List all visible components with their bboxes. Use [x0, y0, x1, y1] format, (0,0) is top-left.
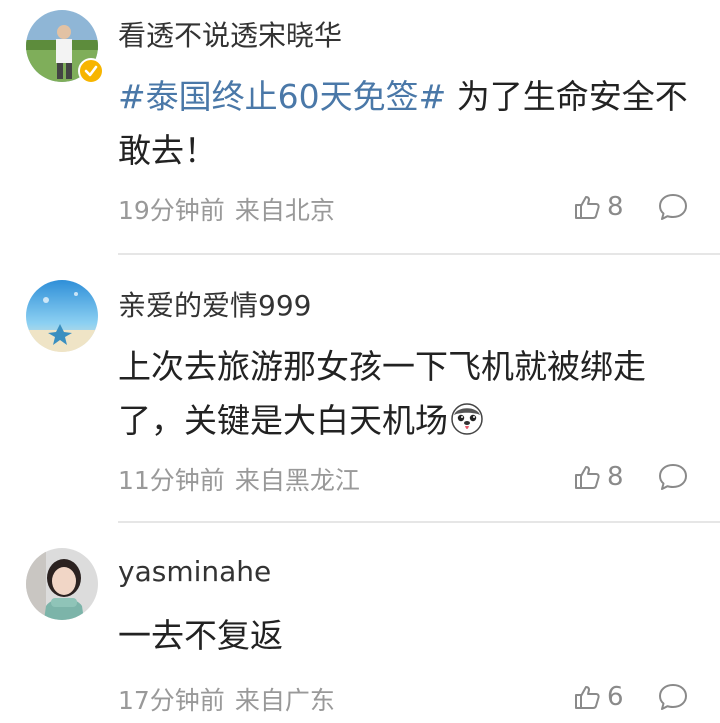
- username[interactable]: 亲爱的爱情999: [118, 284, 311, 324]
- comment-text: 上次去旅游那女孩一下飞机就被绑走了，关键是大白天机场: [118, 340, 698, 448]
- avatar[interactable]: [26, 548, 98, 620]
- comment-meta: 11分钟前 来自黑龙江: [118, 461, 370, 497]
- avatar[interactable]: [26, 280, 98, 352]
- location: 来自广东: [234, 686, 335, 715]
- reply-button[interactable]: [656, 190, 690, 224]
- reply-button[interactable]: [656, 680, 690, 714]
- location: 来自北京: [234, 196, 335, 225]
- location: 来自黑龙江: [234, 466, 360, 495]
- timestamp: 11分钟前: [118, 466, 225, 495]
- comment-body: 上次去旅游那女孩一下飞机就被绑走了，关键是大白天机场: [118, 347, 646, 440]
- timestamp: 17分钟前: [118, 686, 225, 715]
- comment-item: 亲爱的爱情999 上次去旅游那女孩一下飞机就被绑走了，关键是大白天机场 11分钟…: [0, 255, 720, 523]
- thumbs-up-icon: [575, 196, 600, 219]
- comment-item: yasminahe 一去不复返 17分钟前 来自广东 6: [0, 523, 720, 723]
- comment-meta: 17分钟前 来自广东: [118, 681, 345, 717]
- comment-bubble-icon: [659, 464, 687, 490]
- comment-meta: 19分钟前 来自北京: [118, 191, 345, 227]
- thumbs-up-icon: [575, 466, 600, 489]
- like-button[interactable]: 8: [573, 460, 624, 494]
- comment-bubble-icon: [659, 684, 687, 710]
- thumbs-up-icon: [575, 686, 600, 709]
- comment-text: #泰国终止60天免签# 为了生命安全不敢去！: [118, 70, 698, 178]
- comment-body: 一去不复返: [118, 616, 283, 655]
- hashtag-link[interactable]: #泰国终止60天免签#: [118, 77, 446, 116]
- username[interactable]: 看透不说透宋晓华: [118, 14, 342, 54]
- like-button[interactable]: 8: [573, 190, 624, 224]
- comment-bubble-icon: [659, 194, 687, 220]
- reply-button[interactable]: [656, 460, 690, 494]
- username[interactable]: yasminahe: [118, 555, 271, 588]
- like-button[interactable]: 6: [573, 680, 624, 714]
- timestamp: 19分钟前: [118, 196, 225, 225]
- like-count: 8: [607, 462, 624, 492]
- comment-text: 一去不复返: [118, 609, 698, 663]
- verified-badge-icon: [78, 58, 104, 84]
- like-count: 6: [607, 682, 624, 712]
- husky-emoji-icon: [451, 403, 483, 435]
- comment-item: 看透不说透宋晓华 #泰国终止60天免签# 为了生命安全不敢去！ 19分钟前 来自北…: [0, 0, 720, 255]
- like-count: 8: [607, 192, 624, 222]
